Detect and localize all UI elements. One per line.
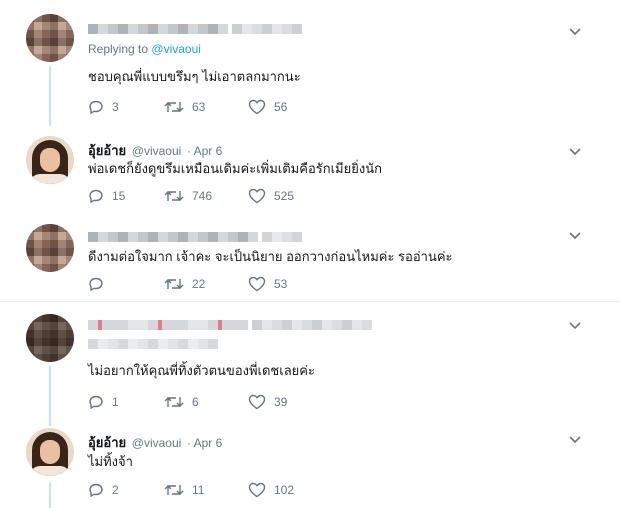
blurred-handle	[261, 231, 302, 242]
retweet-button[interactable]: 11	[164, 482, 204, 498]
retweet-button[interactable]: 6	[164, 394, 199, 410]
like-button[interactable]: 525	[248, 188, 294, 204]
blurred-name	[88, 23, 228, 34]
heart-icon	[248, 99, 266, 115]
reply-button[interactable]: 3	[88, 99, 119, 115]
replying-to: Replying to @vivaoui	[88, 42, 201, 56]
tweet-text: ไม่ทิ้งจ้า	[88, 454, 133, 469]
tweet-text: ไม่อยากให้คุณพี่ทิ้งตัวตนของพี่เดชเลยค่ะ	[88, 363, 315, 378]
chevron-down-icon[interactable]	[568, 228, 582, 242]
chevron-down-icon[interactable]	[568, 24, 582, 38]
like-button[interactable]: 39	[248, 394, 287, 410]
retweet-button[interactable]: 22	[164, 276, 205, 292]
blurred-handle	[251, 319, 372, 330]
display-name[interactable]: อุ้ยอ้าย	[88, 143, 126, 158]
avatar[interactable]	[26, 314, 74, 362]
retweet-icon	[164, 485, 184, 495]
like-count: 39	[274, 395, 288, 409]
retweet-count: 63	[192, 100, 206, 114]
display-name[interactable]: อุ้ยอ้าย	[88, 435, 126, 450]
retweet-icon	[164, 191, 184, 201]
handle[interactable]: @vivaoui	[132, 144, 182, 158]
retweet-count: 746	[192, 189, 213, 203]
avatar[interactable]	[26, 224, 74, 272]
chevron-down-icon[interactable]	[568, 144, 582, 158]
reply-count: 1	[112, 395, 119, 409]
reply-icon	[89, 483, 103, 498]
retweet-icon	[164, 102, 184, 112]
tweet-header	[88, 20, 302, 35]
replying-label: Replying to	[88, 42, 149, 56]
retweet-count: 6	[192, 395, 199, 409]
handle[interactable]: @vivaoui	[132, 436, 182, 450]
reply-count: 3	[112, 100, 119, 114]
reply-button[interactable]	[88, 276, 112, 292]
blurred-name	[88, 319, 248, 330]
retweet-count: 11	[192, 483, 205, 497]
like-button[interactable]: 53	[248, 276, 287, 292]
like-count: 56	[274, 100, 288, 114]
avatar[interactable]	[26, 136, 74, 184]
retweet-icon	[164, 279, 184, 289]
replying-to	[88, 336, 218, 350]
retweet-button[interactable]: 63	[164, 99, 205, 115]
thread-line	[49, 366, 51, 426]
like-count: 525	[274, 189, 295, 203]
avatar[interactable]	[26, 428, 74, 476]
tweet-header	[88, 316, 372, 331]
like-count: 53	[274, 277, 288, 291]
reply-icon	[89, 277, 103, 292]
reply-button[interactable]: 1	[88, 394, 119, 410]
chevron-down-icon[interactable]	[568, 432, 582, 446]
avatar[interactable]	[26, 14, 74, 62]
chevron-down-icon[interactable]	[568, 318, 582, 332]
timestamp[interactable]: · Apr 6	[187, 144, 222, 158]
heart-icon	[248, 394, 266, 410]
replying-handle-link[interactable]: @vivaoui	[151, 42, 201, 56]
reply-button[interactable]: 15	[88, 188, 125, 204]
reply-icon	[89, 100, 103, 115]
timestamp[interactable]: · Apr 6	[187, 436, 222, 450]
reply-icon	[89, 189, 103, 204]
blurred-handle	[231, 23, 302, 34]
thread-line	[49, 66, 51, 126]
tweet-text: ดีงามต่อใจมาก เจ้าคะ จะเป็นนิยาย ออกวางก…	[88, 249, 453, 264]
reply-count: 15	[112, 189, 126, 203]
heart-icon	[248, 188, 266, 204]
tweet-text: ชอบคุณพี่แบบขรึมๆ ไม่เอาตลกมากนะ	[88, 69, 301, 84]
retweet-button[interactable]: 746	[164, 188, 212, 204]
reply-count: 2	[112, 483, 119, 497]
heart-icon	[248, 276, 266, 292]
heart-icon	[248, 482, 266, 498]
like-button[interactable]: 102	[248, 482, 294, 498]
like-button[interactable]: 56	[248, 99, 287, 115]
tweet-header: อุ้ยอ้าย @vivaoui · Apr 6	[88, 432, 222, 453]
reply-button[interactable]: 2	[88, 482, 119, 498]
tweet-header	[88, 228, 302, 243]
like-count: 102	[274, 483, 295, 497]
retweet-count: 22	[192, 277, 206, 291]
blurred-replying	[88, 338, 218, 349]
divider	[0, 301, 620, 302]
tweet-text: พ่อเดชก็ยังดูขรึมเหมือนเดิมค่ะเพิ่มเติมค…	[88, 161, 382, 176]
thread-line	[49, 482, 51, 508]
retweet-icon	[164, 397, 184, 407]
reply-icon	[89, 395, 103, 410]
blurred-name	[88, 231, 258, 242]
